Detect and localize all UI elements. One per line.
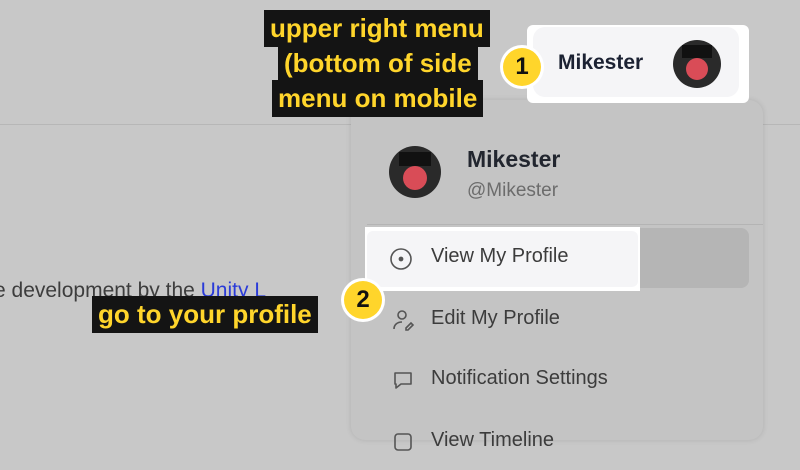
callout-step1-line3: menu on mobile: [272, 80, 484, 117]
step-1-badge: 1: [503, 48, 541, 86]
dropdown-avatar: [389, 146, 441, 198]
callout-step1-line1: upper right menu: [264, 10, 490, 47]
menu-item-label: View My Profile: [431, 245, 569, 267]
step-2-badge: 2: [344, 281, 382, 319]
menu-item-label: Edit My Profile: [431, 307, 560, 329]
dropdown-divider: [367, 224, 763, 225]
menu-item-label: Notification Settings: [431, 367, 608, 389]
dropdown-user-handle: @Mikester: [467, 180, 559, 201]
menu-item-edit-profile[interactable]: Edit My Profile: [365, 290, 745, 348]
dropdown-user-name: Mikester: [467, 146, 561, 172]
user-menu-button[interactable]: Mikester: [527, 25, 749, 103]
menu-item-notification-settings[interactable]: Notification Settings: [365, 350, 745, 408]
menu-item-label: View Timeline: [431, 429, 555, 451]
user-menu-name: Mikester: [558, 51, 644, 74]
user-edit-icon: [393, 310, 415, 331]
user-menu-avatar: [673, 40, 721, 88]
circle-dot-icon: [390, 248, 412, 270]
menu-item-view-profile[interactable]: View My Profile: [365, 227, 640, 291]
callout-step2: go to your profile: [92, 296, 318, 333]
callout-step1-line2: (bottom of side: [278, 45, 478, 82]
menu-item-view-timeline[interactable]: View Timeline: [365, 412, 745, 470]
chat-bubble-icon: [394, 372, 412, 389]
